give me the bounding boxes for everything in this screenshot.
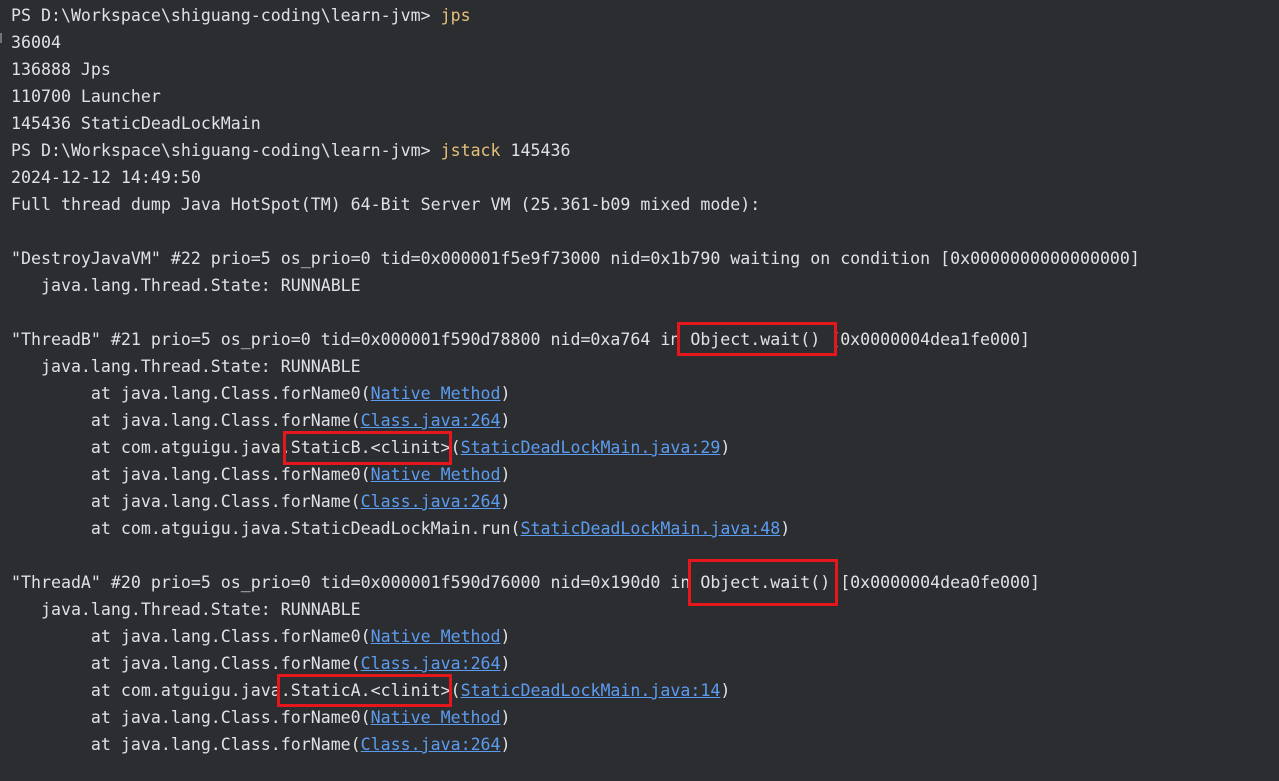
stack-frame-text: )	[720, 681, 731, 700]
stack-frame-text: at java.lang.Class.forName0(	[11, 708, 371, 727]
terminal-line: 36004	[11, 33, 61, 52]
stack-frame-text: )	[780, 519, 791, 538]
stack-frame: at java.lang.Class.forName0(Native Metho…	[0, 380, 1279, 407]
thread-header-destroyjavavm: "DestroyJavaVM" #22 prio=5 os_prio=0 tid…	[11, 249, 1140, 268]
stack-frame-text: )	[500, 654, 511, 673]
terminal-line-prompt-jstack: PS D:\Workspace\shiguang-coding\learn-jv…	[0, 137, 1279, 164]
stack-frame-text: at java.lang.Class.forName(	[11, 411, 361, 430]
stack-frame-text: )	[500, 384, 511, 403]
thread-header-threada: "ThreadA" #20 prio=5 os_prio=0 tid=0x000…	[11, 573, 1040, 592]
command-jstack: jstack	[440, 141, 501, 160]
terminal-line-dump-header: Full thread dump Java HotSpot(TM) 64-Bit…	[11, 195, 761, 214]
thread-state: java.lang.Thread.State: RUNNABLE	[11, 357, 361, 376]
stack-frame: at java.lang.Class.forName0(Native Metho…	[0, 704, 1279, 731]
stack-frame: at com.atguigu.java.StaticB.<clinit>(Sta…	[0, 434, 1279, 461]
source-link[interactable]: StaticDeadLockMain.java:48	[521, 519, 781, 538]
stack-frame-text: )	[500, 492, 511, 511]
source-link[interactable]: Native Method	[371, 465, 501, 484]
stack-frame: at com.atguigu.java.StaticDeadLockMain.r…	[0, 515, 1279, 542]
terminal-line: 136888 Jps	[11, 60, 111, 79]
stack-frame-text: at java.lang.Class.forName0(	[11, 627, 371, 646]
stack-frame-text: )	[500, 411, 511, 430]
terminal-line-prompt-jps: PS D:\Workspace\shiguang-coding\learn-jv…	[0, 2, 1279, 29]
stack-frame: at java.lang.Class.forName(Class.java:26…	[0, 650, 1279, 677]
shell-prompt: PS D:\Workspace\shiguang-coding\learn-jv…	[11, 6, 441, 25]
source-link[interactable]: Class.java:264	[361, 492, 501, 511]
terminal-output[interactable]: PS D:\Workspace\shiguang-coding\learn-jv…	[0, 0, 1279, 781]
stack-frame-text: at java.lang.Class.forName(	[11, 735, 361, 754]
terminal-line: 145436 StaticDeadLockMain	[11, 114, 261, 133]
stack-frame-text: )	[720, 438, 731, 457]
source-link[interactable]: Class.java:264	[361, 654, 501, 673]
stack-frame-text: )	[500, 708, 511, 727]
stack-frame-text: at com.atguigu.java.StaticB.<clinit>(	[11, 438, 461, 457]
terminal-line-timestamp: 2024-12-12 14:49:50	[11, 168, 201, 187]
source-link[interactable]: Native Method	[371, 384, 501, 403]
shell-prompt: PS D:\Workspace\shiguang-coding\learn-jv…	[11, 141, 441, 160]
stack-frame: at java.lang.Class.forName(Class.java:26…	[0, 407, 1279, 434]
source-link[interactable]: StaticDeadLockMain.java:29	[461, 438, 721, 457]
stack-frame-text: at java.lang.Class.forName0(	[11, 465, 371, 484]
source-link[interactable]: StaticDeadLockMain.java:14	[461, 681, 721, 700]
source-link[interactable]: Class.java:264	[361, 735, 501, 754]
stack-frame: at java.lang.Class.forName0(Native Metho…	[0, 623, 1279, 650]
stack-frame-text: )	[500, 465, 511, 484]
source-link[interactable]: Native Method	[371, 627, 501, 646]
stack-frame-text: )	[500, 627, 511, 646]
stack-frame-text: at java.lang.Class.forName(	[11, 654, 361, 673]
thread-header-threadb: "ThreadB" #21 prio=5 os_prio=0 tid=0x000…	[11, 330, 1031, 349]
stack-frame-text: at com.atguigu.java.StaticA.<clinit>(	[11, 681, 461, 700]
source-link[interactable]: Native Method	[371, 708, 501, 727]
stack-frame-text: at java.lang.Class.forName(	[11, 492, 361, 511]
command-jps: jps	[440, 6, 471, 25]
terminal-line: 110700 Launcher	[11, 87, 161, 106]
stack-frame: at java.lang.Class.forName(Class.java:26…	[0, 488, 1279, 515]
stack-frame: at java.lang.Class.forName(Class.java:26…	[0, 731, 1279, 758]
stack-frame-text: )	[500, 735, 511, 754]
stack-frame-text: at com.atguigu.java.StaticDeadLockMain.r…	[11, 519, 521, 538]
thread-state: java.lang.Thread.State: RUNNABLE	[11, 600, 361, 619]
stack-frame-text: at java.lang.Class.forName0(	[11, 384, 371, 403]
thread-state: java.lang.Thread.State: RUNNABLE	[11, 276, 361, 295]
stack-frame: at com.atguigu.java.StaticA.<clinit>(Sta…	[0, 677, 1279, 704]
stack-frame: at java.lang.Class.forName0(Native Metho…	[0, 461, 1279, 488]
source-link[interactable]: Class.java:264	[361, 411, 501, 430]
command-argument: 145436	[500, 141, 571, 160]
